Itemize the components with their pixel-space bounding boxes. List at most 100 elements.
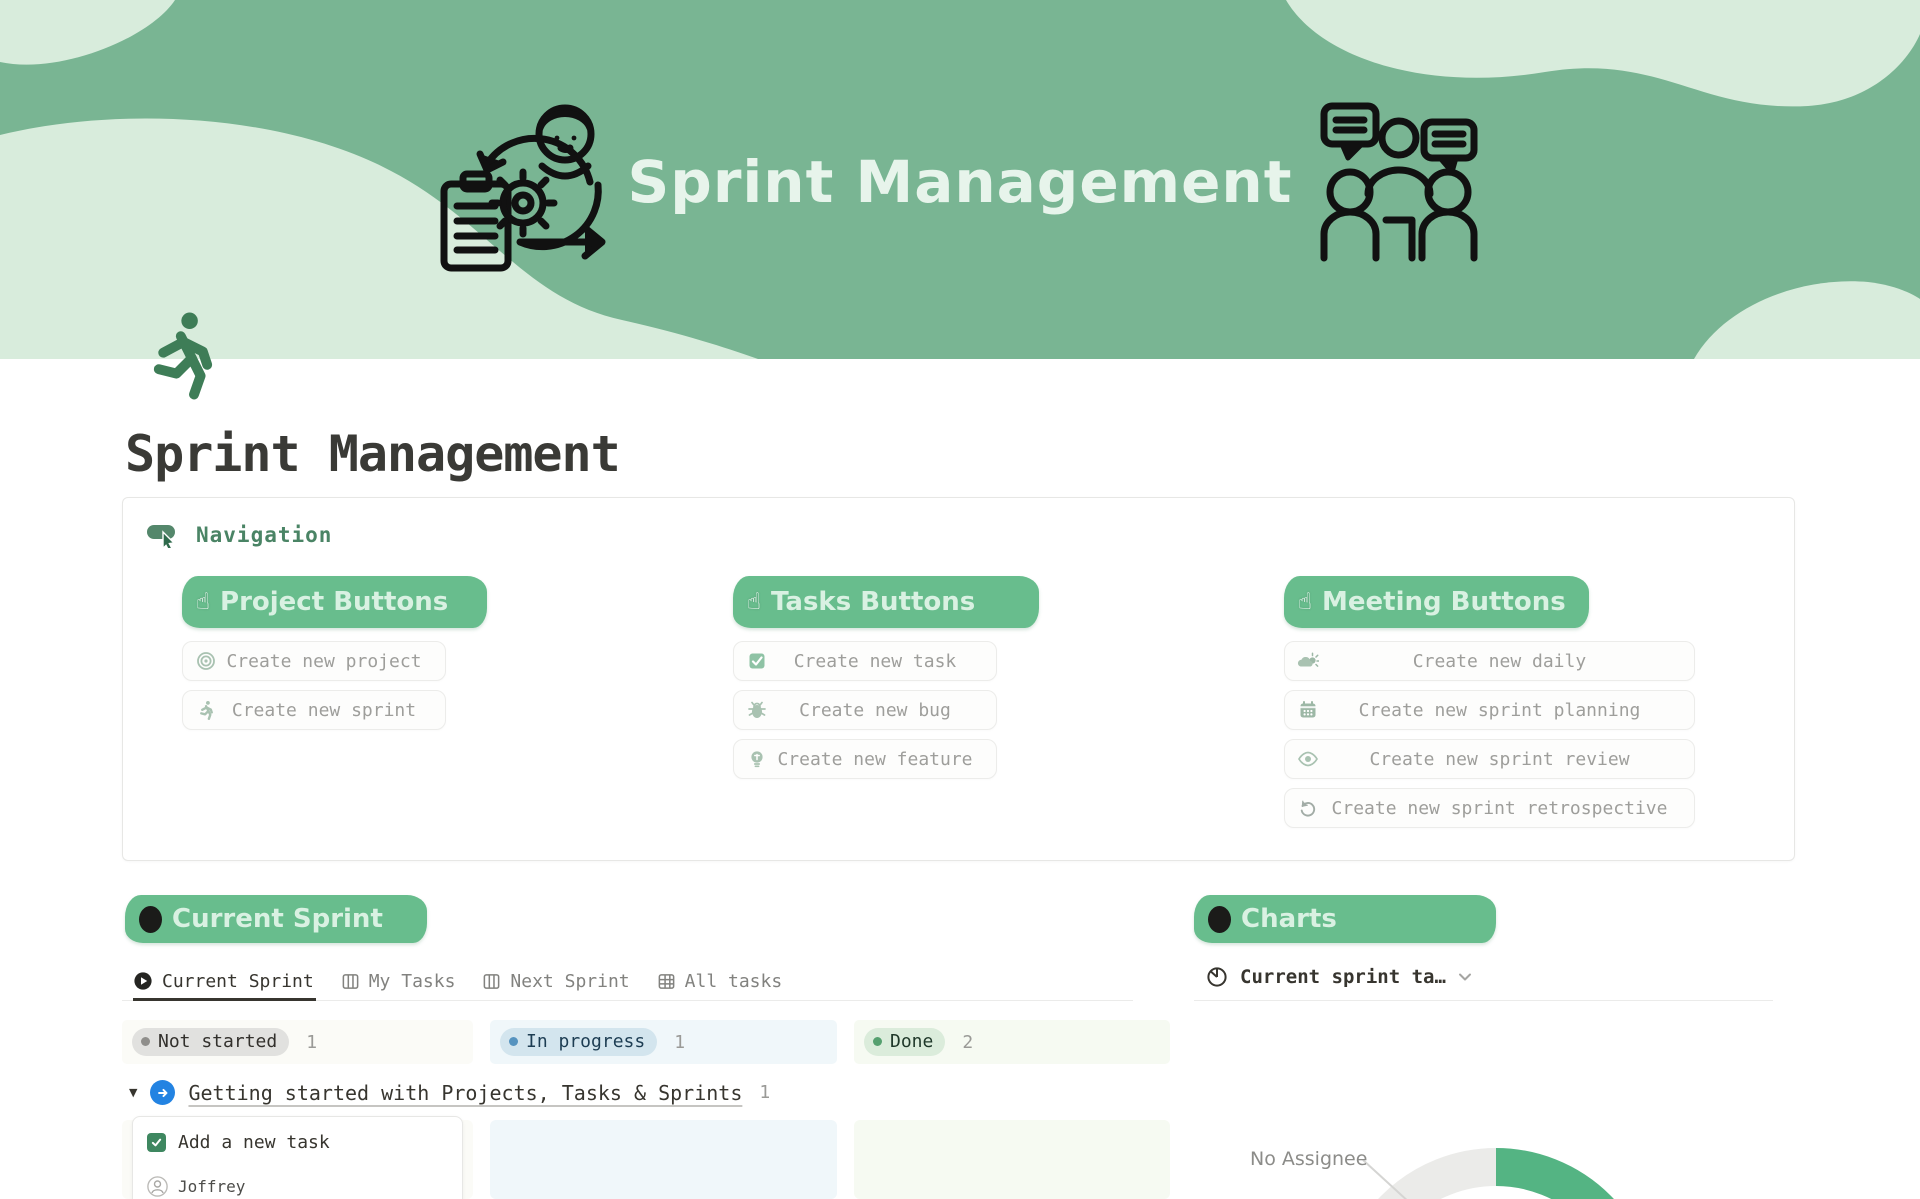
tab-all-tasks[interactable]: All tasks bbox=[657, 962, 783, 1000]
project-buttons-pill[interactable]: ☝ Project Buttons bbox=[182, 576, 487, 628]
column-count: 1 bbox=[306, 1032, 317, 1053]
board-group-row[interactable]: ▼ Getting started with Projects, Tasks &… bbox=[129, 1080, 770, 1105]
board-tabs: Current Sprint My Tasks Next Sprint All … bbox=[122, 962, 1133, 1001]
navigation-label: Navigation bbox=[196, 523, 332, 547]
hand-pointer-icon: ☝ bbox=[1298, 589, 1312, 615]
tab-label: Current Sprint bbox=[162, 971, 314, 992]
column-not-started[interactable]: Not started 1 bbox=[122, 1020, 473, 1064]
create-button-label: Create new bug bbox=[768, 700, 996, 721]
play-circle-icon bbox=[133, 971, 153, 991]
status-label: Not started bbox=[158, 1031, 277, 1052]
status-badge: Done bbox=[864, 1028, 945, 1056]
task-card-assignee-row: Joffrey bbox=[147, 1176, 448, 1197]
checkbox-checked-icon[interactable] bbox=[147, 1133, 166, 1152]
tab-label: My Tasks bbox=[369, 971, 456, 992]
board-icon bbox=[341, 972, 360, 991]
page-title: Sprint Management bbox=[125, 425, 620, 483]
navigation-header: Navigation bbox=[146, 522, 332, 548]
column-done[interactable]: Done 2 bbox=[854, 1020, 1170, 1064]
status-dot-icon bbox=[141, 1037, 150, 1046]
runner-icon bbox=[150, 312, 216, 400]
cover-banner: Sprint Management bbox=[0, 0, 1920, 359]
create-new-sprint-planning-button[interactable]: Create new sprint planning bbox=[1284, 690, 1695, 730]
bug-icon bbox=[746, 699, 768, 721]
create-button-label: Create new project bbox=[217, 651, 445, 672]
create-button-label: Create new sprint review bbox=[1319, 749, 1694, 770]
board-icon bbox=[482, 972, 501, 991]
status-label: In progress bbox=[526, 1031, 645, 1052]
task-title[interactable]: Add a new task bbox=[178, 1132, 330, 1153]
create-new-bug-button[interactable]: Create new bug bbox=[733, 690, 997, 730]
group-pill-label: Tasks Buttons bbox=[771, 587, 975, 617]
group-title-link[interactable]: Getting started with Projects, Tasks & S… bbox=[188, 1081, 742, 1105]
create-new-project-button[interactable]: Create new project bbox=[182, 641, 446, 681]
charts-section-pill[interactable]: Charts bbox=[1194, 895, 1496, 943]
tab-label: All tasks bbox=[685, 971, 783, 992]
undo-icon bbox=[1297, 797, 1319, 819]
card-area-in-progress bbox=[490, 1120, 837, 1199]
table-icon bbox=[657, 972, 676, 991]
tab-label: Next Sprint bbox=[510, 971, 629, 992]
donut-segment-label: No Assignee bbox=[1250, 1148, 1367, 1170]
caret-down-icon[interactable]: ▼ bbox=[129, 1086, 137, 1099]
create-new-feature-button[interactable]: Create new feature bbox=[733, 739, 997, 779]
create-button-label: Create new sprint bbox=[217, 700, 445, 721]
navigation-card: Navigation ☝ Project Buttons ☝ Tasks But… bbox=[122, 497, 1795, 861]
arrow-circle-icon bbox=[150, 1080, 175, 1105]
status-label: Done bbox=[890, 1031, 933, 1052]
column-in-progress[interactable]: In progress 1 bbox=[490, 1020, 837, 1064]
create-button-label: Create new daily bbox=[1319, 651, 1694, 672]
column-count: 1 bbox=[674, 1032, 685, 1053]
sprint-management-page: Sprint Management Sprint Management bbox=[0, 0, 1920, 1199]
task-card[interactable]: Add a new task Joffrey bbox=[132, 1116, 463, 1199]
create-new-sprint-button[interactable]: Create new sprint bbox=[182, 690, 446, 730]
create-new-task-button[interactable]: Create new task bbox=[733, 641, 997, 681]
group-pill-label: Project Buttons bbox=[220, 587, 448, 617]
section-pill-label: Current Sprint bbox=[172, 904, 383, 934]
tab-my-tasks[interactable]: My Tasks bbox=[341, 962, 456, 1000]
chevron-down-icon bbox=[1458, 972, 1472, 982]
charts-divider bbox=[1194, 1000, 1773, 1001]
status-dot-icon bbox=[873, 1037, 882, 1046]
pie-chart-icon bbox=[1206, 966, 1228, 988]
task-card-title-row: Add a new task bbox=[147, 1132, 448, 1153]
checkbox-icon bbox=[746, 650, 768, 672]
create-new-sprint-retrospective-button[interactable]: Create new sprint retrospective bbox=[1284, 788, 1695, 828]
chart-view-selector[interactable]: Current sprint ta… bbox=[1206, 966, 1472, 988]
status-badge: In progress bbox=[500, 1028, 657, 1056]
chart-view-label: Current sprint ta… bbox=[1240, 966, 1446, 988]
tab-current-sprint[interactable]: Current Sprint bbox=[133, 962, 314, 1000]
group-count: 1 bbox=[759, 1082, 770, 1103]
active-tab-underline bbox=[133, 998, 316, 1001]
runner-icon bbox=[195, 699, 217, 721]
hand-pointer-icon: ☝ bbox=[747, 589, 761, 615]
lightbulb-icon bbox=[746, 748, 768, 770]
tasks-buttons-pill[interactable]: ☝ Tasks Buttons bbox=[733, 576, 1039, 628]
group-pill-label: Meeting Buttons bbox=[1322, 587, 1566, 617]
avatar bbox=[147, 1176, 168, 1197]
create-button-label: Create new sprint planning bbox=[1319, 700, 1694, 721]
target-icon bbox=[195, 650, 217, 672]
card-area-done bbox=[854, 1120, 1170, 1199]
hand-pointer-icon: ☝ bbox=[196, 589, 210, 615]
cursor-click-icon bbox=[146, 522, 180, 548]
create-button-label: Create new sprint retrospective bbox=[1319, 798, 1694, 819]
eye-icon bbox=[1297, 748, 1319, 770]
sun-cloud-icon bbox=[1297, 650, 1319, 672]
assignee-name: Joffrey bbox=[178, 1177, 245, 1196]
create-button-label: Create new task bbox=[768, 651, 996, 672]
create-new-sprint-review-button[interactable]: Create new sprint review bbox=[1284, 739, 1695, 779]
column-count: 2 bbox=[962, 1032, 973, 1053]
current-sprint-section-pill[interactable]: Current Sprint bbox=[125, 895, 427, 943]
create-button-label: Create new feature bbox=[768, 749, 996, 770]
black-circle-icon bbox=[139, 906, 162, 933]
create-new-daily-button[interactable]: Create new daily bbox=[1284, 641, 1695, 681]
sprint-cycle-icon bbox=[430, 90, 640, 280]
tab-next-sprint[interactable]: Next Sprint bbox=[482, 962, 629, 1000]
banner-title: Sprint Management bbox=[620, 142, 1300, 222]
black-circle-icon bbox=[1208, 906, 1231, 933]
section-pill-label: Charts bbox=[1241, 904, 1337, 934]
status-dot-icon bbox=[509, 1037, 518, 1046]
status-badge: Not started bbox=[132, 1028, 289, 1056]
meeting-buttons-pill[interactable]: ☝ Meeting Buttons bbox=[1284, 576, 1589, 628]
